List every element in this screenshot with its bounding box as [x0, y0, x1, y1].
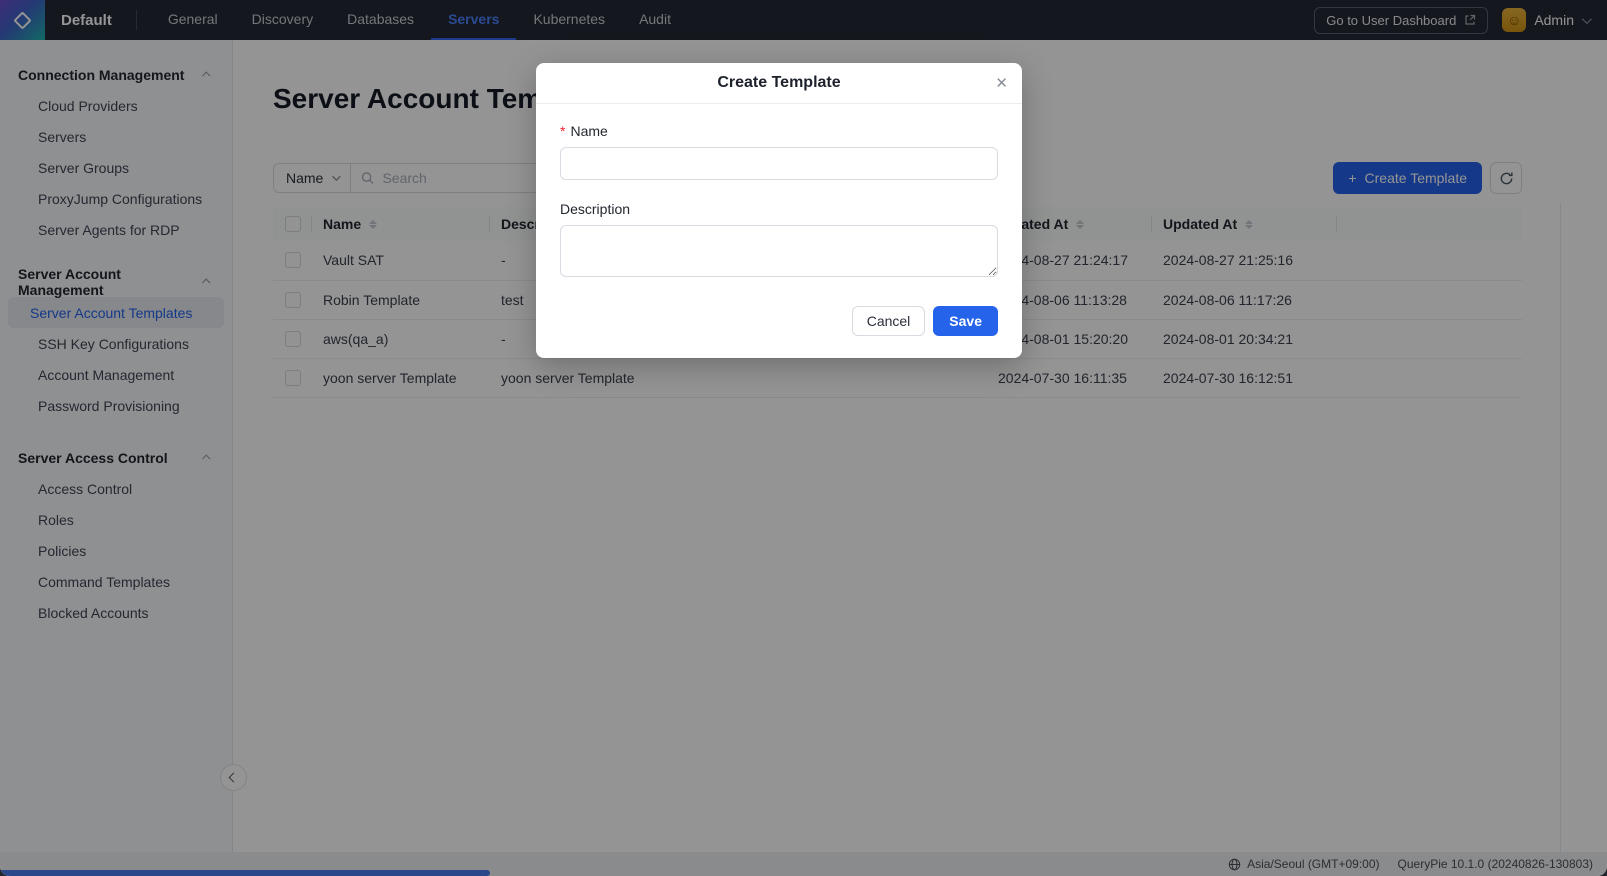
create-template-modal: Create Template ✕ * Name Description Can…: [536, 63, 1022, 358]
save-button[interactable]: Save: [933, 306, 998, 336]
close-icon[interactable]: ✕: [995, 63, 1008, 103]
description-field[interactable]: [560, 225, 998, 277]
modal-title: Create Template: [717, 74, 840, 92]
app-window: Default General Discovery Databases Serv…: [0, 0, 1607, 876]
required-asterisk: *: [560, 123, 565, 139]
description-field-label: Description: [560, 201, 998, 217]
cancel-button[interactable]: Cancel: [852, 306, 926, 336]
name-field-label: * Name: [560, 123, 998, 139]
name-field[interactable]: [560, 147, 998, 180]
